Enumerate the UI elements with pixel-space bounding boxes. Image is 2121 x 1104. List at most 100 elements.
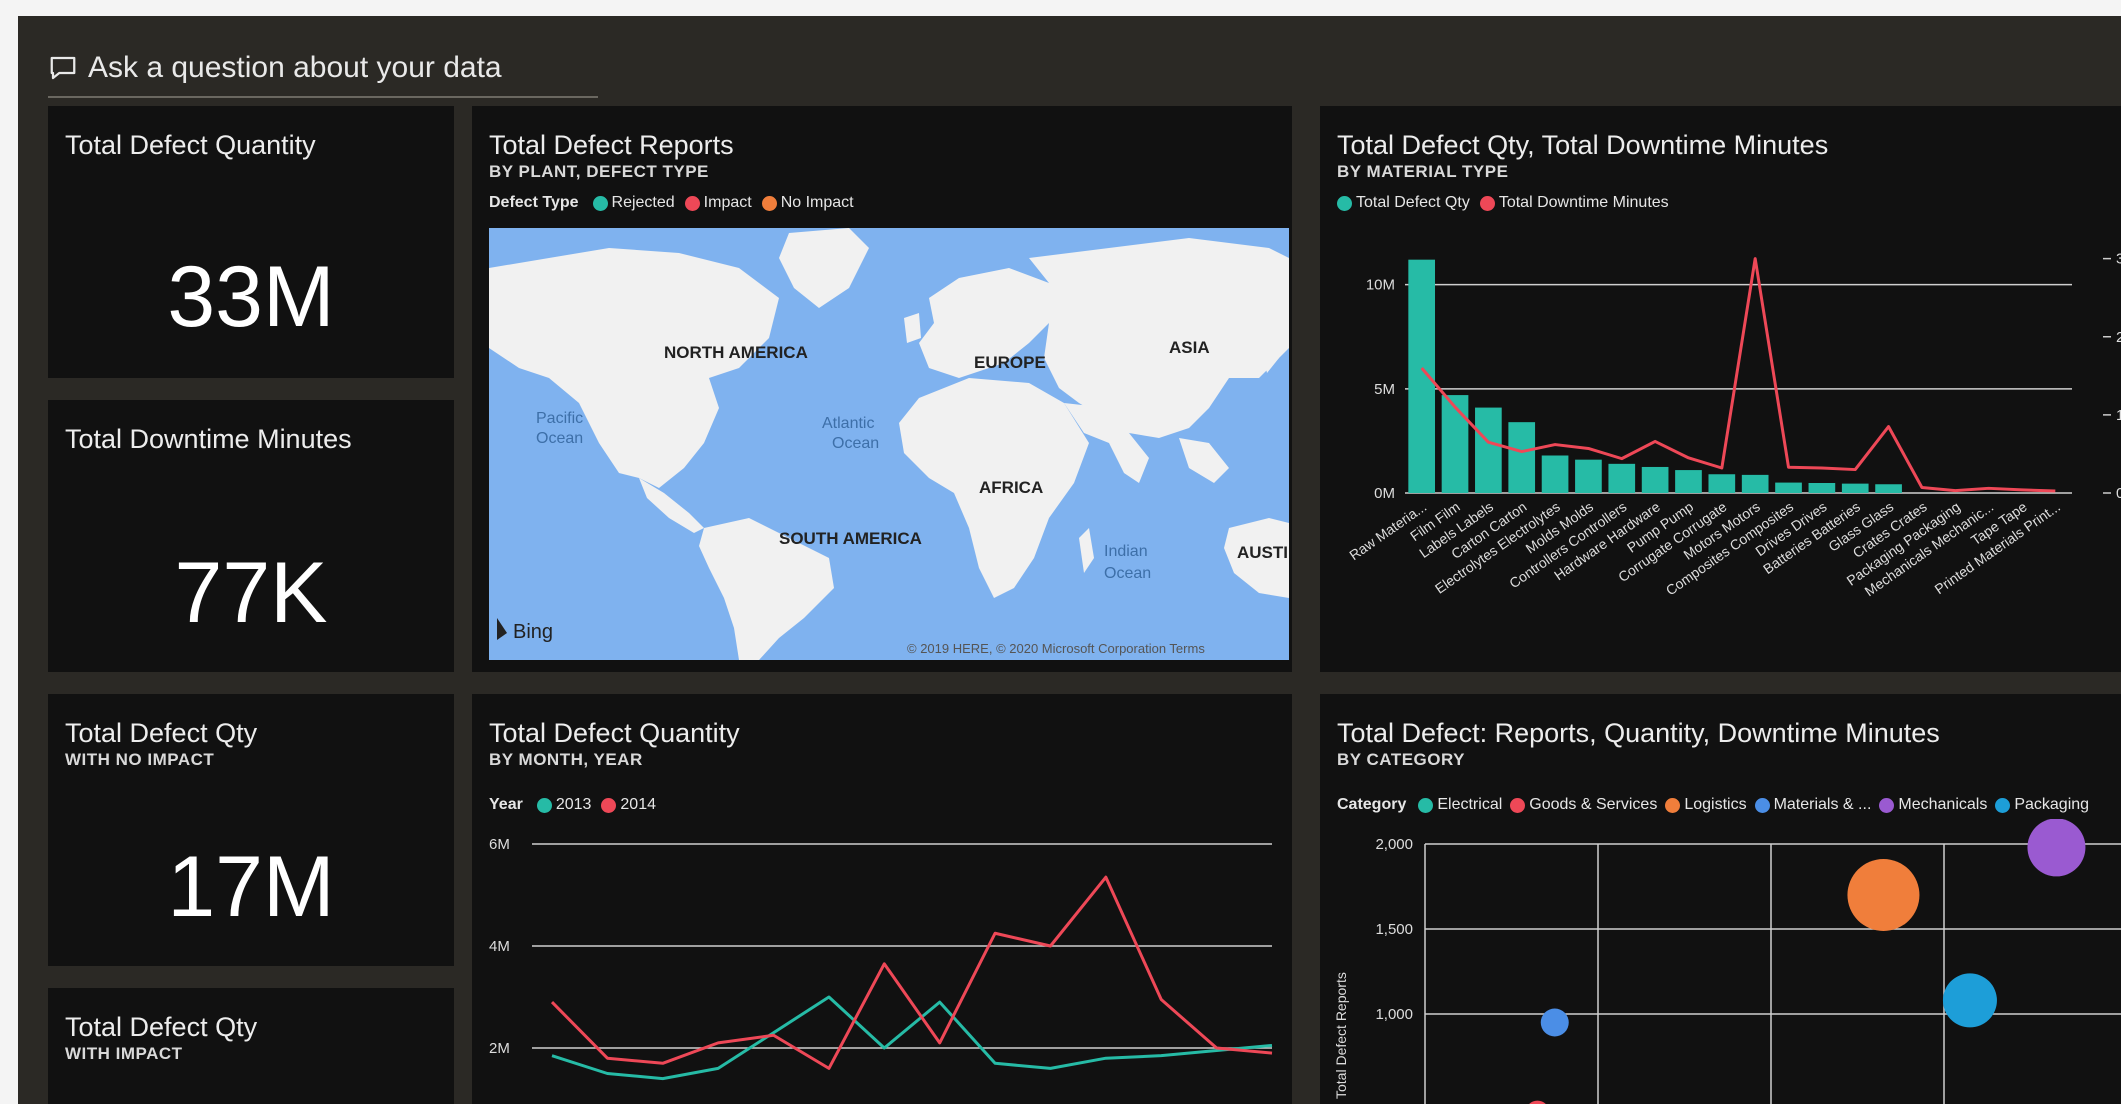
legend-item: 2013 xyxy=(536,796,592,814)
bar xyxy=(1875,484,1902,493)
y-tick-label: 1,500 xyxy=(1375,921,1413,938)
kpi-value: 77K xyxy=(174,545,328,641)
legend-label: Category xyxy=(1337,796,1407,813)
legend-item: 2014 xyxy=(601,796,656,814)
legend-text: Materials & ... xyxy=(1773,796,1872,813)
bar xyxy=(1408,259,1436,493)
legend-swatch xyxy=(536,797,552,813)
bar xyxy=(1808,483,1836,493)
map-legend: Defect Type Rejected Impact No Impact xyxy=(489,194,854,212)
bar xyxy=(1441,395,1469,493)
qa-label: Ask a question about your data xyxy=(88,51,502,84)
legend-text: Mechanicals xyxy=(1898,796,1988,813)
bar xyxy=(1575,459,1602,493)
legend-swatch xyxy=(1995,797,2011,813)
legend-item: Packaging xyxy=(1995,796,2089,814)
label-indian-2: Ocean xyxy=(1104,565,1151,582)
kpi-subtitle: WITH NO IMPACT xyxy=(65,750,215,769)
legend-swatch xyxy=(601,797,617,813)
y-tick-label: 1,000 xyxy=(1375,1006,1413,1023)
legend-swatch xyxy=(592,195,608,211)
bar xyxy=(1841,483,1869,493)
y-tick-label: 6M xyxy=(489,836,510,853)
label-pacific-2: Ocean xyxy=(536,430,583,447)
legend-item: Total Downtime Minutes xyxy=(1479,194,1669,212)
chart-title: Total Defect Quantity xyxy=(489,718,740,748)
y2-tick-label: 0 xyxy=(2116,485,2121,502)
world-map[interactable]: NORTH AMERICA EUROPE ASIA AFRICA SOUTH A… xyxy=(489,228,1289,660)
combo-chart[interactable]: 0M5M10M0102030Raw Materia...Film FilmLab… xyxy=(1320,216,2121,672)
kpi-tile-total-downtime-minutes[interactable]: Total Downtime Minutes 77K xyxy=(48,400,454,672)
legend-item: No Impact xyxy=(761,194,854,212)
legend-text: Logistics xyxy=(1684,796,1747,813)
month-year-chart-tile[interactable]: Total Defect Quantity BY MONTH, YEAR Yea… xyxy=(472,694,1292,1104)
legend-text: Electrical xyxy=(1437,796,1503,813)
legend-text: Total Downtime Minutes xyxy=(1498,194,1669,211)
legend-label: Defect Type xyxy=(489,194,579,211)
legend-item: Mechanicals xyxy=(1879,796,1987,814)
legend-swatch xyxy=(1418,797,1434,813)
label-africa: AFRICA xyxy=(979,478,1043,497)
y2-tick-label: 10 xyxy=(2116,407,2121,424)
bubble-Goods & Services xyxy=(1529,1100,1546,1104)
legend-text: Goods & Services xyxy=(1529,796,1658,813)
legend-swatch xyxy=(761,195,777,211)
kpi-tile-defect-qty-no-impact[interactable]: Total Defect Qty WITH NO IMPACT 17M xyxy=(48,694,454,966)
y2-tick-label: 30 xyxy=(2116,251,2121,268)
qa-search-bar[interactable]: Ask a question about your data xyxy=(48,40,598,98)
chat-icon xyxy=(50,56,76,80)
chart-subtitle: BY MONTH, YEAR xyxy=(489,750,643,769)
map-subtitle: BY PLANT, DEFECT TYPE xyxy=(489,162,709,181)
label-atlantic-1: Atlantic xyxy=(822,415,874,432)
bar xyxy=(1708,474,1736,493)
line-chart[interactable]: 2M 4M 6M xyxy=(472,819,1292,1104)
bing-brand: Bing xyxy=(513,621,553,643)
map-copyright: © 2019 HERE, © 2020 Microsoft Corporatio… xyxy=(907,641,1205,656)
bar xyxy=(1641,466,1669,493)
kpi-title: Total Defect Quantity xyxy=(65,130,316,160)
label-australia: AUSTI xyxy=(1237,543,1288,562)
dashboard: Ask a question about your data Total Def… xyxy=(18,16,2121,1104)
category-scatter-tile[interactable]: Total Defect: Reports, Quantity, Downtim… xyxy=(1320,694,2121,1104)
y2-tick-label: 20 xyxy=(2116,329,2121,346)
scatter-chart[interactable]: 2,000 1,500 1,000 Total Defect Reports xyxy=(1320,819,2121,1104)
label-north-america: NORTH AMERICA xyxy=(664,343,808,362)
y-tick-label: 5M xyxy=(1374,381,1395,398)
legend-text: Impact xyxy=(703,194,752,211)
chart-title: Total Defect: Reports, Quantity, Downtim… xyxy=(1337,718,1940,748)
legend-swatch xyxy=(1665,797,1681,813)
bubble-Logistics xyxy=(1847,859,1920,931)
bar xyxy=(1508,422,1536,493)
series-line-2013 xyxy=(551,995,1273,1081)
bubble-Materials & ... xyxy=(1540,1008,1569,1037)
map-tile[interactable]: Total Defect Reports BY PLANT, DEFECT TY… xyxy=(472,106,1292,672)
legend-swatch xyxy=(1754,797,1770,813)
combo-legend: Total Defect Qty Total Downtime Minutes xyxy=(1337,194,1669,212)
material-type-chart-tile[interactable]: Total Defect Qty, Total Downtime Minutes… xyxy=(1320,106,2121,672)
legend-text: 2014 xyxy=(620,796,656,813)
bar xyxy=(1608,463,1636,493)
kpi-title: Total Defect Qty xyxy=(65,1012,258,1042)
label-asia: ASIA xyxy=(1169,338,1210,357)
legend-item: Logistics xyxy=(1665,796,1747,814)
kpi-tile-total-defect-quantity[interactable]: Total Defect Quantity 33M xyxy=(48,106,454,378)
chart-title: Total Defect Qty, Total Downtime Minutes xyxy=(1337,130,1829,160)
y-tick-label: 4M xyxy=(489,938,510,955)
legend-text: No Impact xyxy=(780,194,854,211)
legend-swatch xyxy=(1479,195,1495,211)
chart-subtitle: BY CATEGORY xyxy=(1337,750,1465,769)
scatter-legend: Category Electrical Goods & Services Log… xyxy=(1337,796,2089,814)
bar xyxy=(1475,407,1502,493)
legend-text: 2013 xyxy=(555,796,592,813)
label-europe: EUROPE xyxy=(974,353,1046,372)
legend-item: Total Defect Qty xyxy=(1337,194,1470,212)
bar xyxy=(1675,470,1702,493)
kpi-value: 17M xyxy=(167,839,335,935)
bar xyxy=(1541,455,1569,493)
kpi-title: Total Downtime Minutes xyxy=(65,424,352,454)
kpi-tile-defect-qty-with-impact[interactable]: Total Defect Qty WITH IMPACT xyxy=(48,988,454,1104)
label-south-america: SOUTH AMERICA xyxy=(779,529,922,548)
y-tick-label: 0M xyxy=(1374,485,1395,502)
y-tick-label: 10M xyxy=(1366,277,1395,294)
legend-swatch xyxy=(1879,797,1895,813)
